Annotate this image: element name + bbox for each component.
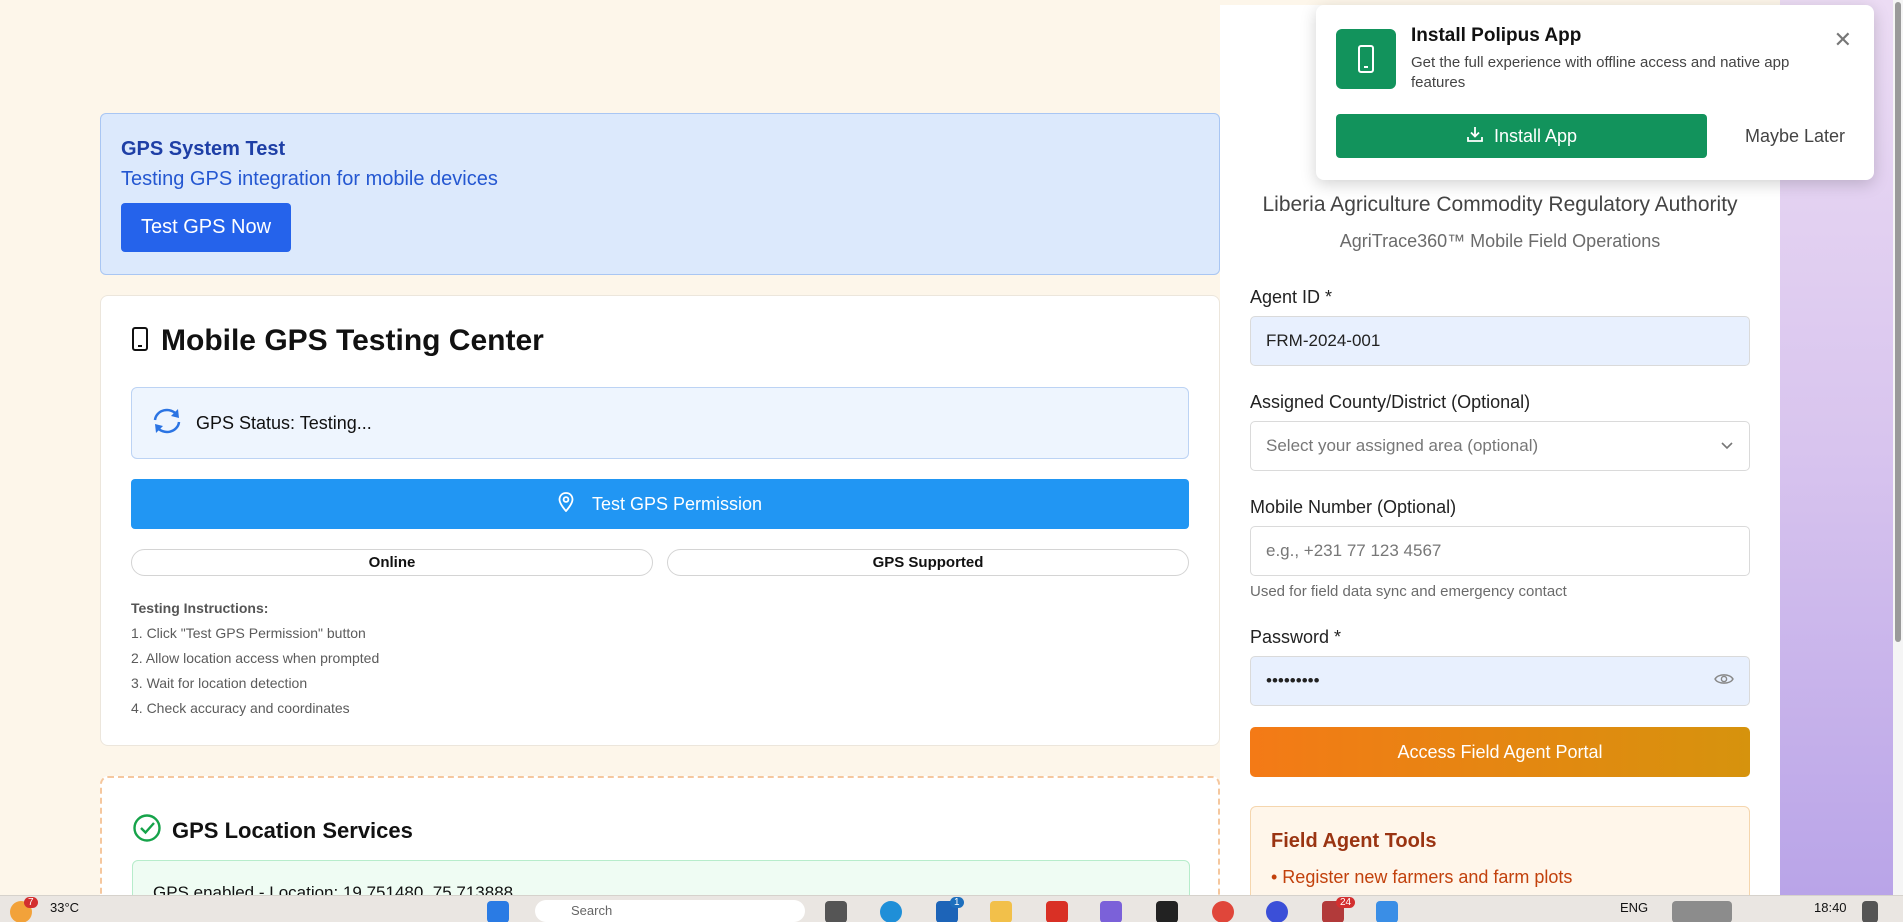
- mobile-phone-icon: [131, 326, 149, 356]
- location-services-header: GPS Location Services: [132, 813, 413, 848]
- access-portal-button[interactable]: Access Field Agent Portal: [1250, 727, 1750, 777]
- gmail-icon[interactable]: [1046, 901, 1068, 922]
- location-services-title: GPS Location Services: [172, 817, 413, 843]
- install-app-popup: Install Polipus App Get the full experie…: [1316, 5, 1874, 180]
- agent-id-value: FRM-2024-001: [1266, 331, 1381, 350]
- gps-supported-pill: GPS Supported: [667, 549, 1189, 576]
- outlook-badge: 1: [950, 897, 964, 908]
- password-input[interactable]: •••••••••: [1250, 656, 1750, 706]
- testing-center-title: Mobile GPS Testing Center: [161, 324, 544, 357]
- security-app-icon[interactable]: [1376, 901, 1398, 922]
- tools-title: Field Agent Tools: [1271, 830, 1437, 852]
- install-app-label: Install App: [1493, 125, 1578, 146]
- gps-testing-center-card: Mobile GPS Testing Center GPS Status: Te…: [100, 295, 1220, 746]
- instruction-item: 3. Wait for location detection: [131, 675, 308, 691]
- clock-time[interactable]: 18:40: [1814, 900, 1847, 915]
- mobile-placeholder: e.g., +231 77 123 4567: [1266, 541, 1442, 560]
- notifications-bell-icon[interactable]: [1862, 901, 1878, 922]
- windows-start-icon[interactable]: [487, 901, 509, 922]
- test-gps-permission-label: Test GPS Permission: [591, 493, 763, 514]
- scrollbar-thumb[interactable]: [1895, 2, 1901, 642]
- app-badge: 24: [1336, 897, 1356, 908]
- password-label: Password *: [1250, 627, 1342, 647]
- task-view-icon[interactable]: [825, 901, 847, 922]
- check-circle-icon: [132, 813, 162, 848]
- eye-icon[interactable]: [1714, 671, 1734, 691]
- dropbox-icon[interactable]: [1156, 901, 1178, 922]
- gps-status-box: GPS Status: Testing...: [131, 387, 1189, 459]
- county-label: Assigned County/District (Optional): [1250, 392, 1531, 412]
- instruction-item: 4. Check accuracy and coordinates: [131, 700, 350, 716]
- copilot-icon[interactable]: [1100, 901, 1122, 922]
- agent-id-label: Agent ID *: [1250, 287, 1333, 307]
- mobile-input[interactable]: e.g., +231 77 123 4567: [1250, 526, 1750, 576]
- county-placeholder: Select your assigned area (optional): [1266, 436, 1539, 455]
- instruction-item: 2. Allow location access when prompted: [131, 650, 380, 666]
- instructions-title: Testing Instructions:: [131, 600, 269, 616]
- mobile-label: Mobile Number (Optional): [1250, 497, 1457, 517]
- language-indicator[interactable]: ENG: [1620, 900, 1648, 915]
- test-gps-permission-button[interactable]: Test GPS Permission: [131, 479, 1189, 529]
- taskbar-search-placeholder: Search: [571, 903, 613, 918]
- refresh-icon: [150, 406, 184, 441]
- file-explorer-icon[interactable]: [990, 901, 1012, 922]
- organization-name: Liberia Agriculture Commodity Regulatory…: [1262, 193, 1738, 216]
- test-gps-now-button[interactable]: Test GPS Now: [121, 203, 292, 252]
- chevron-down-icon: [1720, 436, 1734, 456]
- online-status-pill: Online: [131, 549, 653, 576]
- chrome-icon[interactable]: [1212, 901, 1234, 922]
- mobile-hint: Used for field data sync and emergency c…: [1250, 583, 1567, 600]
- download-icon: [1466, 125, 1484, 148]
- tools-list-item: • Register new farmers and farm plots: [1271, 867, 1573, 887]
- banner-subtitle: Testing GPS integration for mobile devic…: [121, 168, 498, 190]
- edge-browser-icon[interactable]: [880, 901, 902, 922]
- popup-description: Get the full experience with offline acc…: [1411, 54, 1790, 91]
- popup-title: Install Polipus App: [1411, 25, 1582, 46]
- close-icon[interactable]: ✕: [1834, 27, 1852, 53]
- weather-temperature: 33°C: [50, 900, 80, 915]
- gps-status-text: GPS Status: Testing...: [196, 412, 372, 433]
- weather-badge: 7: [24, 897, 38, 908]
- maybe-later-button[interactable]: Maybe Later: [1736, 114, 1854, 158]
- county-select[interactable]: Select your assigned area (optional): [1250, 421, 1750, 471]
- app-icon[interactable]: [1266, 901, 1288, 922]
- agent-id-input[interactable]: FRM-2024-001: [1250, 316, 1750, 366]
- gps-system-test-banner: GPS System Test Testing GPS integration …: [100, 113, 1220, 275]
- banner-title: GPS System Test: [121, 138, 286, 160]
- windows-taskbar: 7 33°C Search 1 24 ENG 18:40: [0, 895, 1903, 922]
- password-value: •••••••••: [1266, 671, 1320, 690]
- page-scrollbar[interactable]: [1893, 0, 1903, 895]
- testing-center-header: Mobile GPS Testing Center: [131, 324, 544, 358]
- app-phone-icon: [1336, 29, 1396, 89]
- map-pin-icon: [558, 491, 574, 517]
- testing-instructions: Testing Instructions: 1. Click "Test GPS…: [131, 596, 379, 721]
- taskbar-search-box[interactable]: Search: [535, 900, 805, 922]
- wifi-volume-battery-icon[interactable]: [1672, 901, 1732, 922]
- portal-subtitle: AgriTrace360™ Mobile Field Operations: [1339, 231, 1661, 251]
- install-app-button[interactable]: Install App: [1336, 114, 1707, 158]
- instruction-item: 1. Click "Test GPS Permission" button: [131, 625, 366, 641]
